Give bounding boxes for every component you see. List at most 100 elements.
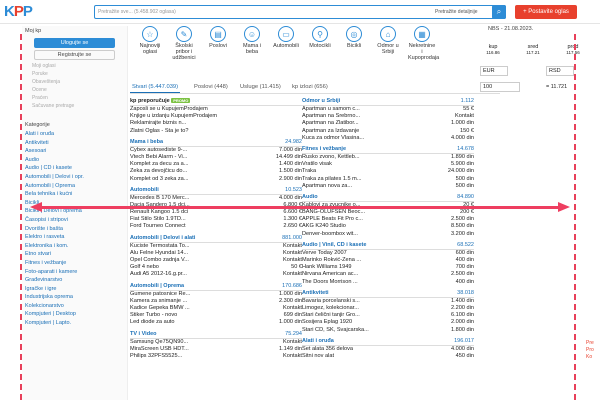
search-bar[interactable]: Pretražite sve... (5.458.902 oglasa) Pre… [94, 5, 506, 19]
category-item[interactable]: Dvorište i bašta [22, 225, 127, 234]
listing-row[interactable]: Sitni nov alat 450 din [302, 353, 474, 360]
listing-row[interactable]: Apartman nova za... 500 din [302, 183, 474, 190]
listing-row[interactable]: Apartman za Izdavanje 150 € [302, 128, 474, 135]
listing-row[interactable]: Philips 32PFS5525... Kontakt [130, 353, 302, 360]
amount-input[interactable]: 100 [480, 82, 520, 92]
listing-row[interactable]: Komplet za decu za a... 1.400 din [130, 161, 302, 168]
listing-row[interactable]: Traka za pilates 1.5 m... 500 din [302, 176, 474, 183]
listing-row[interactable]: Komplet od 3 zeka za... 2.900 din [130, 176, 302, 183]
listing-row[interactable]: Stari CD, ŠK, Švajcarska... 1.800 din [302, 327, 474, 334]
group-header[interactable]: Mama i beba 24.982 [130, 139, 302, 147]
group-header[interactable]: Odmor u Srbiji 1.112 [302, 98, 474, 106]
listing-row[interactable]: Alu Felne Hyundai 14... Kontakt [130, 250, 302, 257]
listing-row[interactable]: Rusko zvono, Kettleb... 1.890 din [302, 154, 474, 161]
group-header[interactable]: TV i Video 75.294 [130, 331, 302, 339]
listing-row[interactable]: Golf 4 nebo 50 € [130, 264, 302, 271]
listing-row[interactable]: Bavaria porcelanski s... 1.400 din [302, 298, 474, 305]
listing-row[interactable]: Opel Combo zadnja V... Kontakt [130, 257, 302, 264]
category-shortcut[interactable]: ✎ Školski pribor i udžbenici [170, 26, 198, 61]
category-item[interactable]: Kompjuteri | Lapto. [22, 319, 127, 328]
listing-row[interactable]: Kuca za odmor Vlasinа... 4.000 din [302, 135, 474, 142]
category-shortcut[interactable]: ◎ Bicikli [340, 26, 368, 49]
search-input[interactable]: Pretražite sve... (5.458.902 oglasa) [98, 9, 176, 15]
post-ad-button[interactable]: + Postavite oglas [515, 5, 577, 19]
listing-row[interactable]: Zeka za devojčicu do... 1.500 din [130, 168, 302, 175]
category-item[interactable]: Kolekcionarstvo [22, 302, 127, 311]
listing-row[interactable]: APPLE Beats Fit Pro c... 2.500 din [302, 216, 474, 223]
category-item[interactable]: Elektronika i kom. [22, 242, 127, 251]
category-shortcut[interactable]: ☺ Mama i beba [238, 26, 266, 55]
listing-row[interactable]: Cybex autosediste 9-... 7.000 din [130, 147, 302, 154]
register-button[interactable]: Registrujte se [34, 50, 115, 60]
listing-row[interactable]: The Doors Morrison ... 400 din [302, 279, 474, 286]
to-currency-select[interactable]: RSD [546, 66, 574, 76]
listing-row[interactable]: Set alata 356 delova 4.000 din [302, 346, 474, 353]
listing-row[interactable]: MiraScreen USB HDT... 1.149 din [130, 346, 302, 353]
category-shortcut[interactable]: ▦ Nekretnine i Kupoprodaja [408, 26, 439, 61]
listing-row[interactable]: Ford Tourneo Connect 2.650 € [130, 223, 302, 230]
listing-row[interactable]: Kamera za snimanje ... 2.300 din [130, 298, 302, 305]
moj-item[interactable]: Obaveštenja [22, 78, 127, 86]
category-item[interactable]: Elektro i rasveta [22, 233, 127, 242]
listing-row[interactable]: Limogez, kolekcionar... 2.200 din [302, 305, 474, 312]
listing-row[interactable]: Apartman na Zlatibor... 1.000 din [302, 120, 474, 127]
category-item[interactable]: Fitnes i vežbanje [22, 259, 127, 268]
category-item[interactable]: Časopisi i stripovi [22, 216, 127, 225]
category-item[interactable]: Automobili | Delovi i opr. [22, 173, 127, 182]
listing-row[interactable]: Fiat Stilo Stilo 1.9TD... 1.300 € [130, 216, 302, 223]
listing-row[interactable]: Hank Williams 1949 700 din [302, 264, 474, 271]
listing-row[interactable]: Apartman na Srebrno... Kontakt [302, 113, 474, 120]
tab-poslovi[interactable]: Poslovi (448) [192, 82, 230, 92]
listing-row[interactable]: Nirvana American ac... 2.500 din [302, 271, 474, 278]
listing-row[interactable]: Stiker Turbo - novo 699 din [130, 312, 302, 319]
moj-item[interactable]: Poruke [22, 70, 127, 78]
promo-line[interactable]: Zaposli se u KupujemProdajem [130, 106, 302, 113]
category-item[interactable]: Igračke i igre [22, 285, 127, 294]
tab-kp-izlozi[interactable]: kp izlozi (656) [290, 82, 330, 92]
detailed-search-link[interactable]: Pretražite detaljnije [435, 9, 478, 15]
moj-item[interactable]: Moji oglasi [22, 62, 127, 70]
group-header[interactable]: Audio | Vinil, CD i kasete 68.522 [302, 242, 474, 250]
listing-row[interactable]: Led diode za auto 1.000 din [130, 319, 302, 326]
kp-logo[interactable]: KPP [4, 3, 33, 20]
category-item[interactable]: Alati i oruđa [22, 130, 127, 139]
listing-row[interactable]: Verve Today 2007 600 din [302, 250, 474, 257]
group-header[interactable]: Automobili | Oprema 170.686 [130, 283, 302, 291]
group-header[interactable]: Audio 84.890 [302, 194, 474, 202]
listing-row[interactable]: Sosijera Eplag 1920 2.000 din [302, 319, 474, 326]
category-shortcut[interactable]: ▤ Poslovi [204, 26, 232, 49]
promo-line[interactable]: Reklamirajte biznis n... [130, 120, 302, 127]
moj-item[interactable]: Sačuvane pretrage [22, 102, 127, 110]
listing-row[interactable]: Stari čelični tanjir Gro... 6.100 din [302, 312, 474, 319]
listing-row[interactable]: AKG K240 Studio 8.500 din [302, 223, 474, 230]
category-shortcut[interactable]: ⚲ Motocikli [306, 26, 334, 49]
category-shortcut[interactable]: ☆ Najnoviji oglasi [136, 26, 164, 55]
moj-item[interactable]: Ocene [22, 86, 127, 94]
listing-row[interactable]: Apartman u samom c... 55 € [302, 106, 474, 113]
category-item[interactable]: Audio [22, 156, 127, 165]
listing-row[interactable]: Audi A5 2012-16.g.pr... Kontakt [130, 271, 302, 278]
listing-row[interactable]: Vtech Bebi Alarm - Vi... 14.499 din [130, 154, 302, 161]
category-item[interactable]: Foto-aparati i kamere [22, 268, 127, 277]
category-item[interactable]: Asesoari [22, 147, 127, 156]
category-item[interactable]: Bela tehnika i kućni [22, 190, 127, 199]
category-item[interactable]: Automobili | Oprema [22, 182, 127, 191]
category-item[interactable]: Etno stvari [22, 250, 127, 259]
from-currency-select[interactable]: EUR [480, 66, 508, 76]
category-item[interactable]: Antikviteti [22, 139, 127, 148]
group-header[interactable]: Alati i oruđa 196.017 [302, 338, 474, 346]
promo-line[interactable]: Zlatni Oglas - Šta je to? [130, 128, 302, 135]
listing-row[interactable]: Vratilo visak 5.900 din [302, 161, 474, 168]
category-item[interactable]: Građevinarstvo [22, 276, 127, 285]
category-shortcut[interactable]: ▭ Automobili [272, 26, 300, 49]
group-header[interactable]: Automobili 10.523 [130, 187, 302, 195]
listing-row[interactable]: Kuciste Termostata To... Kontakt [130, 243, 302, 250]
group-header[interactable]: Automobili | Delovi i alati 881.000 [130, 235, 302, 243]
group-header[interactable]: Antikviteti 38.018 [302, 290, 474, 298]
category-shortcut[interactable]: ⌂ Odmor u Srbiji [374, 26, 402, 55]
category-item[interactable]: Audio | CD i kasete [22, 164, 127, 173]
listing-row[interactable]: Marinko Rokvić-Žena ... 400 din [302, 257, 474, 264]
tab-usluge[interactable]: Usluge (11.415) [238, 82, 283, 92]
listing-row[interactable]: Samsung Qe75QN90... Kontakt [130, 339, 302, 346]
listing-row[interactable]: Kadice Gepeka BMW ... Kontakt [130, 305, 302, 312]
